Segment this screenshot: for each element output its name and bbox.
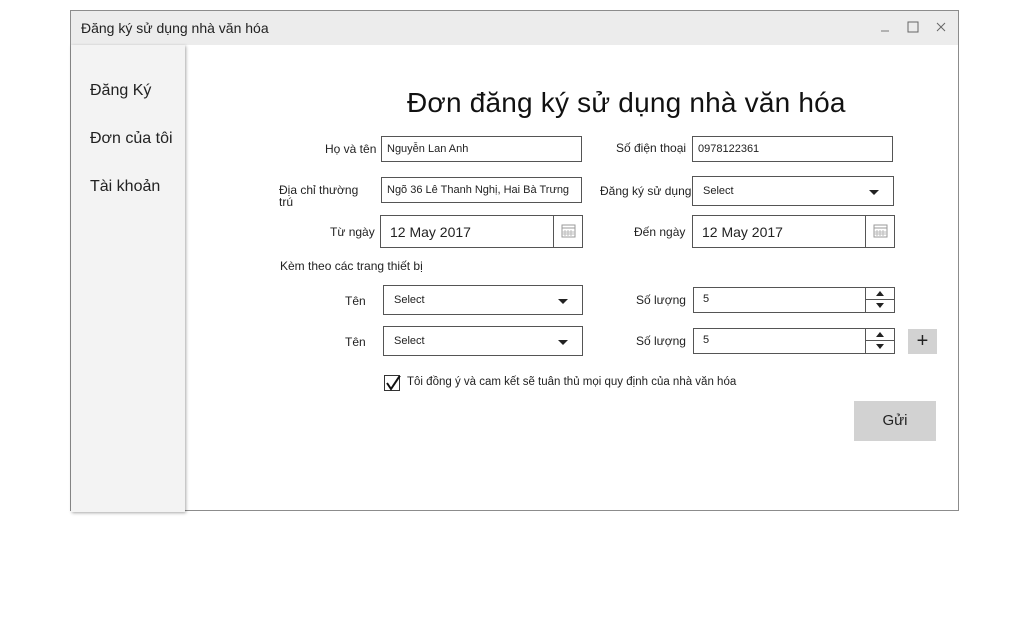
register-use-label: Đăng ký sử dụng (600, 184, 692, 198)
maximize-icon[interactable] (905, 19, 921, 35)
minimize-icon[interactable] (877, 19, 893, 35)
phone-field[interactable]: 0978122361 (692, 136, 893, 162)
sidebar-item-account[interactable]: Tài khoản (90, 178, 160, 196)
register-use-select[interactable]: Select (692, 176, 894, 206)
add-equipment-button[interactable]: + (908, 329, 937, 354)
decrement-icon[interactable] (866, 300, 894, 312)
address-label-line2: trú (279, 195, 294, 209)
equipment-qty-stepper[interactable]: 5 (693, 328, 895, 354)
equipment-qty-value: 5 (703, 293, 710, 305)
agreement-checkbox[interactable] (384, 373, 402, 391)
chevron-down-icon (558, 299, 568, 304)
from-date-label: Từ ngày (330, 225, 375, 239)
phone-label: Số điện thoại (616, 141, 687, 155)
calendar-icon[interactable] (865, 216, 894, 247)
equipment-name-select[interactable]: Select (383, 326, 583, 356)
equipment-qty-value: 5 (703, 334, 710, 346)
page-title: Đơn đăng ký sử dụng nhà văn hóa (407, 87, 846, 118)
to-date-value: 12 May 2017 (702, 224, 783, 240)
main-content: Đơn đăng ký sử dụng nhà văn hóa Họ và tê… (185, 45, 958, 510)
chevron-down-icon (869, 190, 879, 195)
register-use-value: Select (703, 185, 734, 197)
full-name-label: Họ và tên (325, 142, 377, 156)
address-field[interactable]: Ngõ 36 Lê Thanh Nghị, Hai Bà Trưng (381, 177, 582, 203)
equipment-name-value: Select (394, 294, 425, 306)
submit-button[interactable]: Gửi (854, 401, 936, 441)
app-window: Đăng ký sử dụng nhà văn hóa Đăng Ký Đơn … (70, 10, 959, 512)
equipment-qty-stepper[interactable]: 5 (693, 287, 895, 313)
stepper-buttons (865, 288, 894, 312)
equipment-section-label: Kèm theo các trang thiết bị (280, 259, 423, 273)
equipment-name-label: Tên (345, 335, 366, 349)
window-title: Đăng ký sử dụng nhà văn hóa (81, 20, 269, 36)
equipment-name-label: Tên (345, 294, 366, 308)
increment-icon[interactable] (866, 288, 894, 300)
close-icon[interactable] (933, 19, 949, 35)
decrement-icon[interactable] (866, 341, 894, 353)
sidebar-item-my-applications[interactable]: Đơn của tôi (90, 130, 173, 148)
to-date-picker[interactable]: 12 May 2017 (692, 215, 895, 248)
equipment-name-select[interactable]: Select (383, 285, 583, 315)
to-date-label: Đến ngày (634, 225, 686, 239)
checkmark-icon (386, 373, 402, 391)
agreement-text: Tôi đồng ý và cam kết sẽ tuân thủ mọi qu… (407, 376, 737, 388)
stepper-buttons (865, 329, 894, 353)
equipment-qty-label: Số lượng (636, 293, 686, 307)
calendar-icon[interactable] (553, 216, 582, 247)
from-date-value: 12 May 2017 (390, 224, 471, 240)
sidebar: Đăng Ký Đơn của tôi Tài khoản (71, 45, 185, 512)
equipment-name-value: Select (394, 335, 425, 347)
full-name-field[interactable]: Nguyễn Lan Anh (381, 136, 582, 162)
chevron-down-icon (558, 340, 568, 345)
title-bar: Đăng ký sử dụng nhà văn hóa (71, 11, 958, 45)
sidebar-item-register[interactable]: Đăng Ký (90, 82, 151, 100)
increment-icon[interactable] (866, 329, 894, 341)
equipment-qty-label: Số lượng (636, 334, 686, 348)
from-date-picker[interactable]: 12 May 2017 (380, 215, 583, 248)
